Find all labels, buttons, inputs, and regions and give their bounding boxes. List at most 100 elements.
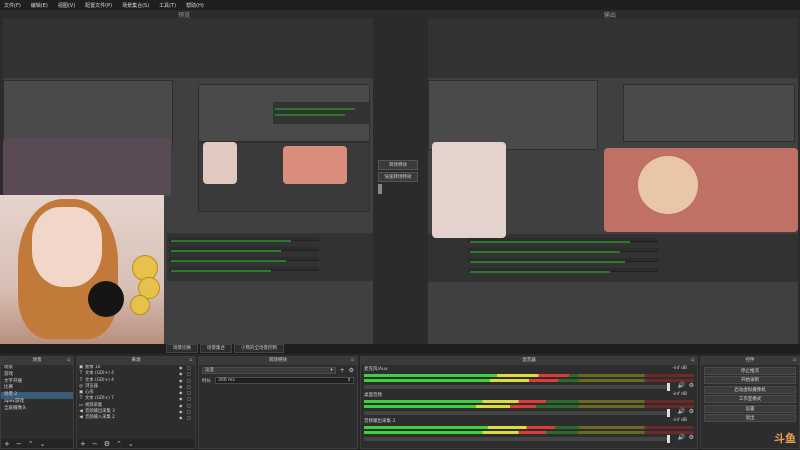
level-meter: [364, 374, 694, 377]
scene-list: 场景 游戏 文字开播 比赛 场景 2 apex游戏 全屏摄像头: [1, 365, 73, 413]
menu-file[interactable]: 文件(F): [4, 2, 21, 9]
mic-icon: ◀: [79, 415, 83, 421]
visibility-eye-icon[interactable]: ◉: [179, 415, 187, 421]
nested-top-area: [428, 18, 798, 78]
move-down-button[interactable]: ⌄: [128, 440, 134, 448]
source-list: ▣ 图像 10 ◉ ▢ T 文本 (GDI+) 4 ◉ ▢ T 文本 (GDI+) 4 ◉ ▢ ◎ 浏览器…: [77, 365, 195, 422]
remove-source-button[interactable]: −: [92, 440, 98, 448]
scene-item[interactable]: 场景 2: [1, 392, 73, 399]
program-cam: [432, 142, 506, 238]
mixer-dock: 混音器 ▫ 麦克风/Aux -inf dB 🔊 ⚙ 桌面音频 -inf dB 🔊 ⚙ 音频输出采集…: [360, 356, 698, 449]
menu-help[interactable]: 帮助(H): [186, 2, 204, 9]
control-buttons: 停止推流 开始录制 启动虚拟摄像机 工作室模式 设置 退出: [701, 366, 799, 422]
nested-mixer: [428, 234, 798, 282]
scenes-dock: 场景 ▫ 场景 游戏 文字开播 比赛 场景 2 apex游戏 全屏摄像头 + − ⌃ ⌄: [0, 356, 74, 449]
transitions-dock: 转场特效 ▫ 淡变 ▾ + ⚙ 时长 300 ms ⇕: [198, 356, 358, 449]
sources-dock: 来源 ▫ ▣ 图像 10 ◉ ▢ T 文本 (GDI+) 4 ◉ ▢ T 文本 (GDI+) 4 ◉ ▢…: [76, 356, 196, 449]
menu-scene-collection[interactable]: 场景集合(S): [122, 2, 149, 9]
nested-top-area: [3, 18, 373, 78]
nested-program: [623, 84, 795, 142]
program-overlay: [604, 148, 798, 232]
add-transition-button[interactable]: +: [340, 367, 345, 374]
docks-area: 场景 ▫ 场景 游戏 文字开播 比赛 场景 2 apex游戏 全屏摄像头 + − ⌃ ⌄ 来源…: [0, 355, 800, 450]
track-db: -inf dB: [672, 366, 687, 371]
nested-mixer-small: [273, 102, 369, 124]
control-button[interactable]: 开始录制: [704, 376, 796, 384]
mixer-tracks: 麦克风/Aux -inf dB 🔊 ⚙ 桌面音频 -inf dB 🔊 ⚙ 音频输出采集 3 -in…: [361, 365, 697, 443]
control-button[interactable]: 启动虚拟摄像机: [704, 385, 796, 394]
volume-slider[interactable]: [364, 435, 670, 443]
add-scene-button[interactable]: +: [4, 440, 10, 448]
volume-slider[interactable]: [364, 383, 670, 391]
track-db: -inf dB: [672, 418, 687, 423]
move-up-button[interactable]: ⌃: [28, 440, 34, 448]
move-up-button[interactable]: ⌃: [116, 440, 122, 448]
mixer-title: 混音器 ▫: [361, 357, 697, 365]
scene-item[interactable]: 游戏: [1, 372, 73, 379]
scene-item[interactable]: apex游戏: [1, 399, 73, 406]
speaker-icon[interactable]: 🔊: [678, 408, 685, 415]
level-meter: [364, 379, 694, 382]
sources-toolbar: + − ⚙ ⌃ ⌄: [77, 439, 195, 448]
speaker-icon[interactable]: 🔊: [678, 382, 685, 389]
scene-item[interactable]: 全屏摄像头: [1, 406, 73, 413]
duration-label: 时长: [202, 378, 211, 384]
volume-slider[interactable]: [364, 409, 670, 417]
transitions-title: 转场特效 ▫: [199, 357, 357, 365]
nested-cam: [203, 142, 237, 184]
mixer-track: 麦克风/Aux -inf dB 🔊 ⚙: [361, 365, 697, 391]
tab-scene-switch[interactable]: 场景切换: [166, 344, 198, 353]
mixer-track: 音频输出采集 3 -inf dB 🔊 ⚙: [361, 417, 697, 443]
dock-tabs: 场景切换 场景集合 小熊的全场景控制: [0, 344, 800, 354]
tab-scene-control[interactable]: 小熊的全场景控制: [234, 344, 284, 353]
transition-panel: 转场特效 快速转场特效: [376, 158, 426, 194]
menu-profile[interactable]: 配置文件(P): [85, 2, 112, 9]
transition-slider[interactable]: [378, 184, 382, 194]
gear-icon[interactable]: ⚙: [104, 440, 110, 448]
program-canvas: [428, 18, 798, 344]
menu-tools[interactable]: 工具(T): [159, 2, 176, 9]
move-down-button[interactable]: ⌄: [40, 440, 46, 448]
duration-input[interactable]: 300 ms ⇕: [215, 377, 354, 384]
add-source-button[interactable]: +: [80, 440, 86, 448]
mixer-track: 桌面音频 -inf dB 🔊 ⚙: [361, 391, 697, 417]
control-button[interactable]: 退出: [704, 414, 796, 422]
controls-title: 控件 ▫: [701, 357, 799, 365]
control-button[interactable]: 设置: [704, 404, 796, 413]
anime-sticker: [283, 146, 347, 184]
menu-view[interactable]: 视图(V): [58, 2, 75, 9]
remove-scene-button[interactable]: −: [16, 440, 22, 448]
track-db: -inf dB: [672, 392, 687, 397]
anime-sticker: [638, 156, 698, 214]
control-button[interactable]: 工作室模式: [704, 395, 796, 403]
source-item[interactable]: ◀ 音频输入采集 2 ◉ ▢: [77, 415, 195, 421]
tab-scene-collection[interactable]: 场景集合: [200, 344, 232, 353]
quick-transition-button[interactable]: 快速转场特效: [378, 172, 418, 182]
nested-preview: [428, 80, 598, 150]
track-name: 音频输出采集 3: [364, 419, 396, 424]
level-meter: [364, 426, 694, 429]
level-meter: [364, 405, 694, 408]
transition-button[interactable]: 转场特效: [378, 160, 418, 170]
gear-icon[interactable]: ⚙: [349, 367, 354, 374]
gear-icon[interactable]: ⚙: [689, 434, 694, 441]
level-meter: [364, 400, 694, 403]
gear-icon[interactable]: ⚙: [689, 382, 694, 389]
level-meter: [364, 431, 694, 434]
lock-icon[interactable]: ▢: [187, 415, 195, 421]
watermark-logo: 斗鱼: [774, 432, 796, 445]
control-button[interactable]: 停止推流: [704, 366, 796, 375]
menu-bar: 文件(F) 编辑(E) 视图(V) 配置文件(P) 场景集合(S) 工具(T) …: [0, 0, 800, 10]
track-name: 桌面音频: [364, 393, 382, 398]
transition-select[interactable]: 淡变 ▾: [202, 367, 336, 374]
scenes-toolbar: + − ⌃ ⌄: [1, 439, 73, 448]
menu-edit[interactable]: 编辑(E): [31, 2, 48, 9]
track-name: 麦克风/Aux: [364, 367, 388, 372]
source-name: 音频输入采集 2: [85, 415, 115, 421]
sources-title: 来源 ▫: [77, 357, 195, 365]
speaker-icon[interactable]: 🔊: [678, 434, 685, 441]
gear-icon[interactable]: ⚙: [689, 408, 694, 415]
scenes-title: 场景 ▫: [1, 357, 73, 365]
scene-item[interactable]: 场景: [1, 365, 73, 372]
nested-mixer: [167, 233, 373, 281]
